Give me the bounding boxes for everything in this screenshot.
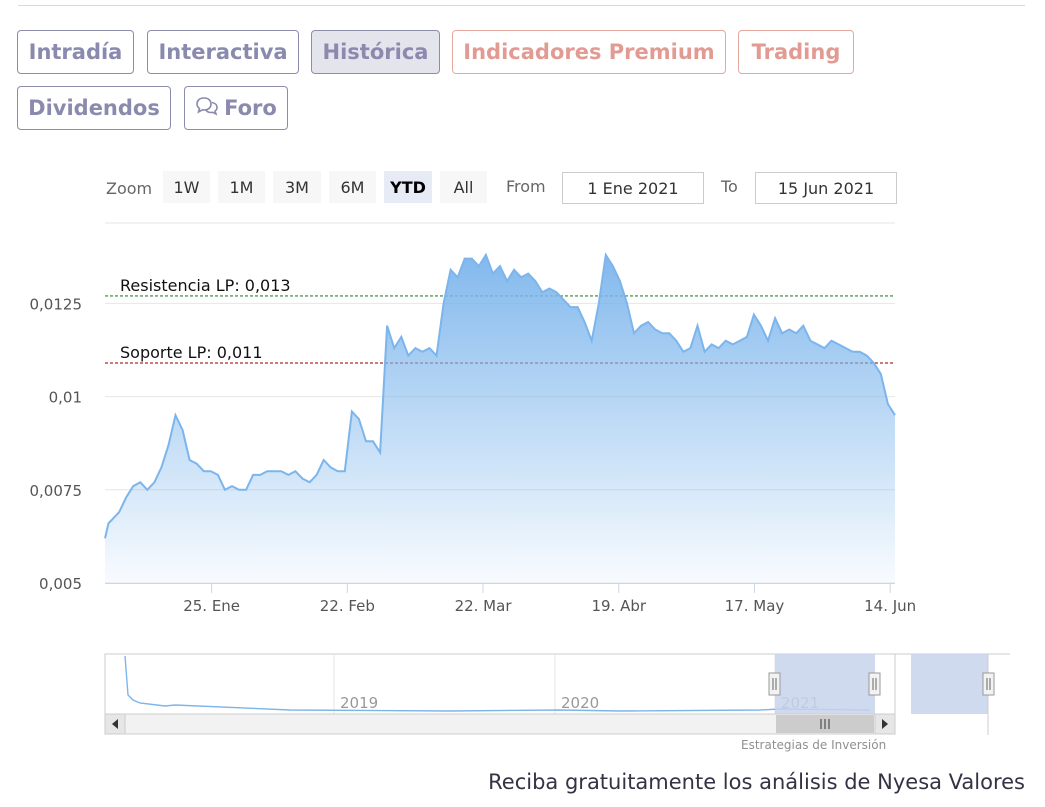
navigator-right-handle[interactable] [868, 672, 881, 696]
x-tick-label: 14. Jun [864, 597, 916, 615]
price-chart: Resistencia LP: 0,013 Soporte LP: 0,011 0… [30, 222, 1010, 735]
navigator[interactable]: 2019 2020 2021 [104, 653, 1010, 735]
navigator-selection-extension [911, 654, 988, 714]
y-tick-label: 0,01 [49, 389, 82, 407]
x-tick-label: 17. May [725, 597, 785, 615]
series-area [105, 254, 895, 583]
navigator-year-2020: 2020 [561, 694, 599, 712]
x-tick-label: 25. Ene [183, 597, 240, 615]
x-tick-label: 22. Feb [320, 597, 375, 615]
y-tick-label: 0,005 [39, 575, 82, 593]
promo-text: Reciba gratuitamente los análisis de Nye… [488, 770, 1025, 794]
navigator-year-2019: 2019 [340, 694, 378, 712]
plot-line-label-0: Resistencia LP: 0,013 [120, 276, 291, 295]
navigator-left-handle[interactable] [768, 672, 781, 696]
plot-line-label-1: Soporte LP: 0,011 [120, 343, 263, 362]
chart-credit[interactable]: Estrategias de Inversión [741, 738, 886, 752]
x-tick-label: 19. Abr [591, 597, 646, 615]
navigator-extra-handle[interactable] [982, 672, 995, 696]
navigator-selection[interactable] [775, 654, 875, 714]
y-tick-label: 0,0075 [30, 482, 83, 500]
x-tick-label: 22. Mar [455, 597, 513, 615]
y-tick-label: 0,0125 [30, 295, 83, 313]
